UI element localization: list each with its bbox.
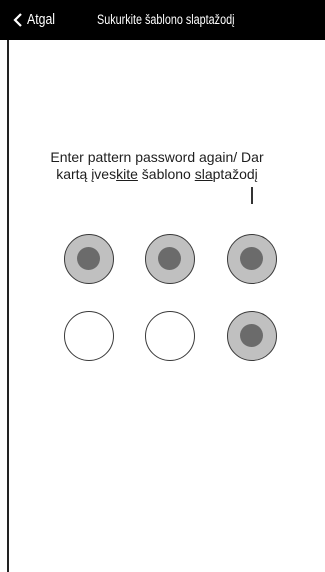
instruction-line-2-part-3: šablono [137,166,195,182]
instruction-line-2-part-5: ptažodį [212,166,258,182]
pattern-dot-3-center [240,247,263,270]
pattern-dot-4[interactable] [64,311,114,361]
back-button[interactable]: Atgal [13,10,61,30]
instruction-line-2-part-1: kartą įves [56,166,117,182]
instruction-line-2-part-4: sla [194,166,213,182]
pattern-dot-3[interactable] [227,234,277,284]
pattern-dot-1[interactable] [64,234,114,284]
pattern-dot-5[interactable] [145,311,195,361]
pattern-dot-6-center [240,324,263,347]
pattern-dot-2-center [158,247,181,270]
back-button-label: Atgal [27,11,56,28]
chevron-left-icon [13,12,23,28]
pattern-screen: Enter pattern password again/ Dar kartą … [7,40,325,572]
pattern-dot-6[interactable] [227,311,277,361]
instruction-line-2-part-2: kite [116,166,138,182]
instruction-text: Enter pattern password again/ Dar kartą … [9,149,305,183]
top-bar: Atgal Sukurkite šablono slaptažodį [0,0,325,40]
instruction-line-1: Enter pattern password again/ Dar [50,149,264,165]
pattern-dot-1-center [77,247,100,270]
pattern-dot-2[interactable] [145,234,195,284]
instruction-line-2: kartą įveskite šablono slaptažodį [9,166,305,183]
page-title: Sukurkite šablono slaptažodį [97,12,235,27]
pattern-start-marker [251,187,253,204]
